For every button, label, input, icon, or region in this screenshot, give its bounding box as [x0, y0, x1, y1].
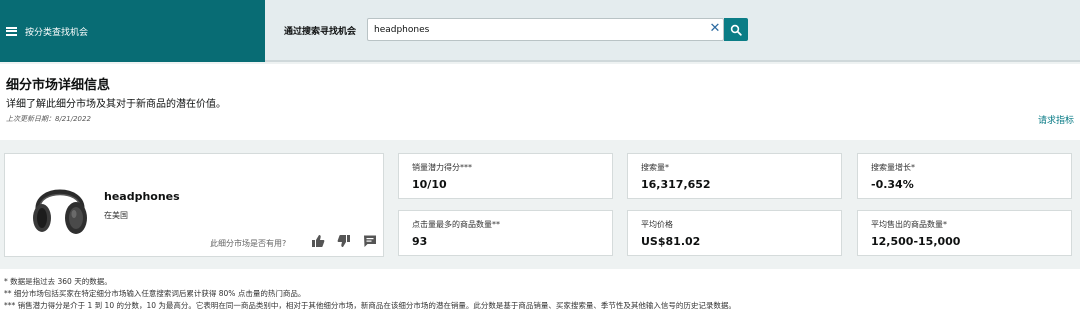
- metric-average-price: 平均价格 US$81.02: [627, 210, 842, 256]
- browse-by-category-label: 按分类查找机会: [25, 27, 89, 38]
- footnote: ** 细分市场包括买家在特定细分市场输入任意搜索词后累计获得 80% 点击量的热…: [4, 289, 306, 298]
- metric-search-volume-growth: 搜索量增长* -0.34%: [857, 153, 1072, 199]
- page-subtitle: 详细了解此细分市场及其对于新商品的潜在价值。: [6, 99, 226, 110]
- metric-label: 销量潜力得分***: [412, 163, 472, 172]
- metric-label: 点击量最多的商品数量**: [412, 220, 500, 229]
- headphones-image: [33, 189, 87, 234]
- hamburger-icon: [6, 26, 17, 36]
- thumbs-up-icon[interactable]: [311, 234, 325, 248]
- thumbs-down-icon[interactable]: [337, 234, 351, 248]
- browse-by-category-button[interactable]: 按分类查找机会: [0, 0, 265, 62]
- comment-icon[interactable]: [363, 234, 377, 248]
- last-updated: 上次更新日期：8/21/2022: [6, 115, 91, 123]
- search-label: 通过搜索寻找机会: [284, 27, 357, 37]
- top-bar: 按分类查找机会 通过搜索寻找机会 ✕: [0, 0, 1080, 62]
- search-icon: [730, 24, 742, 36]
- metric-label: 平均价格: [641, 220, 673, 229]
- request-metrics-link[interactable]: 请求指标: [1038, 113, 1074, 126]
- product-name: headphones: [104, 190, 180, 203]
- feedback-question: 此细分市场是否有用?: [210, 239, 287, 248]
- metric-value: 16,317,652: [641, 178, 711, 191]
- page-title: 细分市场详细信息: [6, 78, 111, 93]
- metric-label: 平均售出的商品数量*: [871, 220, 947, 229]
- metric-value: 10/10: [412, 178, 447, 191]
- metric-top-clicked-products: 点击量最多的商品数量** 93: [398, 210, 613, 256]
- metric-search-volume: 搜索量* 16,317,652: [627, 153, 842, 199]
- page-header: 细分市场详细信息 详细了解此细分市场及其对于新商品的潜在价值。 上次更新日期：8…: [0, 64, 1080, 140]
- metric-value: US$81.02: [641, 235, 701, 248]
- product-card: headphones 在美国 此细分市场是否有用?: [4, 153, 384, 257]
- search-box: ✕: [367, 18, 724, 41]
- search-button[interactable]: [724, 18, 748, 41]
- metric-label: 搜索量增长*: [871, 163, 915, 172]
- search-input[interactable]: [374, 19, 694, 40]
- metric-value: 12,500-15,000: [871, 235, 961, 248]
- footnotes: * 数据是指过去 360 天的数据。 ** 细分市场包括买家在特定细分市场输入任…: [0, 269, 1080, 318]
- metric-average-units-sold: 平均售出的商品数量* 12,500-15,000: [857, 210, 1072, 256]
- metric-label: 搜索量*: [641, 163, 669, 172]
- metric-value: -0.34%: [871, 178, 914, 191]
- metric-value: 93: [412, 235, 428, 248]
- metric-sales-potential: 销量潜力得分*** 10/10: [398, 153, 613, 199]
- footnote: * 数据是指过去 360 天的数据。: [4, 277, 112, 286]
- footnote: *** 销售潜力得分是介于 1 到 10 的分数，10 为最高分。它表明在同一商…: [4, 301, 736, 310]
- product-market: 在美国: [104, 211, 128, 220]
- clear-icon[interactable]: ✕: [708, 22, 722, 36]
